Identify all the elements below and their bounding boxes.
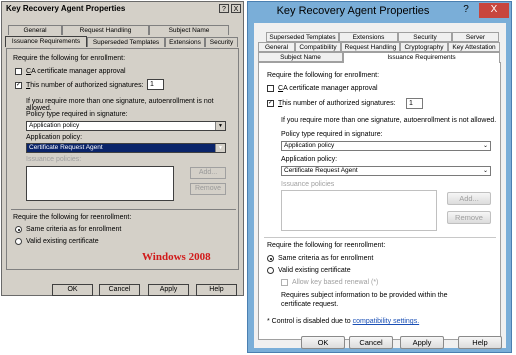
- application-policy-value: Certificate Request Agent: [284, 167, 358, 174]
- tab-superseded-templates[interactable]: Superseded Templates: [266, 32, 339, 42]
- remove-button[interactable]: Remove: [190, 183, 226, 195]
- reenrollment-label: Require the following for reenrollment:: [267, 242, 386, 249]
- authorized-signatures-label: This number of authorized signatures:: [278, 100, 396, 107]
- valid-existing-label: Valid existing certificate: [278, 267, 351, 274]
- issuance-policies-label: Issuance policies: [281, 181, 335, 188]
- tab-extensions[interactable]: Extensions: [339, 32, 398, 42]
- tab-issuance-requirements[interactable]: Issuance Requirements: [343, 52, 500, 63]
- policy-type-value: Application policy: [29, 122, 80, 129]
- authorized-signatures-input[interactable]: 1: [147, 79, 164, 90]
- authorized-signatures-label: This number of authorized signatures:: [26, 82, 144, 89]
- tab-security[interactable]: Security: [205, 37, 238, 47]
- radio-selected-icon[interactable]: [267, 255, 274, 262]
- valid-existing-radio[interactable]: [267, 267, 274, 274]
- enrollment-requirements-label: Require the following for enrollment:: [267, 72, 380, 79]
- issuance-policies-list[interactable]: [26, 166, 174, 201]
- dropdown-arrow-icon: ⌄: [482, 168, 488, 174]
- w2008-issuance-panel: Require the following for enrollment: CA…: [6, 48, 239, 270]
- issuance-policies-list[interactable]: [281, 190, 437, 231]
- tab-general[interactable]: General: [258, 42, 295, 52]
- w2008-title-bar: Key Recovery Agent Properties ? X: [2, 2, 243, 16]
- policy-type-label: Policy type required in signature:: [26, 111, 128, 118]
- w2012-issuance-panel: Require the following for enrollment: CA…: [258, 62, 501, 340]
- divider: [11, 209, 236, 210]
- divider: [264, 237, 496, 238]
- ca-approval-label: CA certificate manager approval: [278, 85, 378, 92]
- dropdown-arrow-icon: ⌄: [482, 143, 488, 149]
- tab-superseded-templates[interactable]: Superseded Templates: [87, 37, 165, 47]
- same-criteria-label: Same criteria as for enrollment: [26, 226, 122, 233]
- w2012-dialog: Key Recovery Agent Properties ? X Supers…: [247, 1, 512, 353]
- question-mark-icon[interactable]: ?: [455, 3, 477, 18]
- tab-cryptography[interactable]: Cryptography: [400, 42, 448, 52]
- w2012-title: Key Recovery Agent Properties: [276, 5, 430, 17]
- tab-server[interactable]: Server: [452, 32, 499, 42]
- checkbox-checked-icon[interactable]: ✓: [267, 100, 274, 107]
- radio-selected-icon[interactable]: [15, 226, 22, 233]
- application-policy-select[interactable]: Certificate Request Agent ▼: [26, 143, 226, 153]
- help-button[interactable]: Help: [196, 284, 237, 296]
- ca-approval-checkbox[interactable]: [267, 85, 274, 92]
- reenrollment-label: Require the following for reenrollment:: [13, 214, 132, 221]
- question-mark-icon[interactable]: ?: [219, 4, 229, 13]
- dropdown-arrow-icon: ▼: [215, 144, 225, 152]
- add-button[interactable]: Add...: [447, 192, 491, 205]
- tab-key-attestation[interactable]: Key Attestation: [448, 42, 500, 52]
- application-policy-label: Application policy:: [281, 156, 338, 163]
- tab-subject-name[interactable]: Subject Name: [149, 25, 229, 35]
- signature-note: If you require more than one signature, …: [281, 117, 497, 124]
- tab-request-handling[interactable]: Request Handling: [62, 25, 149, 35]
- valid-existing-radio[interactable]: [15, 238, 22, 245]
- subject-info-note: Requires subject information to be provi…: [281, 292, 448, 308]
- close-icon[interactable]: X: [231, 4, 241, 13]
- policy-type-select[interactable]: Application policy ⌄: [281, 141, 491, 151]
- enrollment-requirements-label: Require the following for enrollment:: [13, 55, 126, 62]
- w2008-dialog: Key Recovery Agent Properties ? X Genera…: [1, 1, 244, 296]
- tab-extensions[interactable]: Extensions: [165, 37, 205, 47]
- control-note-text: * Control is disabled due to: [267, 318, 353, 325]
- policy-type-select[interactable]: Application policy ▼: [26, 121, 226, 131]
- tab-compatibility[interactable]: Compatibility: [295, 42, 341, 52]
- dropdown-arrow-icon: ▼: [215, 122, 225, 130]
- close-icon[interactable]: X: [479, 3, 509, 18]
- add-button[interactable]: Add...: [190, 167, 226, 179]
- application-policy-label: Application policy:: [26, 134, 83, 141]
- remove-button[interactable]: Remove: [447, 211, 491, 224]
- cancel-button[interactable]: Cancel: [349, 336, 393, 349]
- allow-key-renewal-checkbox[interactable]: [281, 279, 288, 286]
- allow-key-renewal-label: Allow key based renewal (*): [292, 279, 379, 286]
- tab-general[interactable]: General: [8, 25, 62, 35]
- application-policy-value: Certificate Request Agent: [29, 144, 103, 151]
- policy-type-value: Application policy: [284, 142, 335, 149]
- tab-issuance-requirements[interactable]: Issuance Requirements: [5, 36, 87, 47]
- signature-note: If you require more than one signature, …: [26, 98, 214, 112]
- policy-type-label: Policy type required in signature:: [281, 131, 383, 138]
- apply-button[interactable]: Apply: [148, 284, 189, 296]
- tab-security[interactable]: Security: [398, 32, 452, 42]
- valid-existing-label: Valid existing certificate: [26, 238, 99, 245]
- same-criteria-label: Same criteria as for enrollment: [278, 255, 374, 262]
- authorized-signatures-input[interactable]: 1: [406, 98, 423, 109]
- control-disabled-note: * Control is disabled due to compatibili…: [267, 318, 419, 325]
- issuance-policies-label: Issuance policies:: [26, 156, 82, 163]
- tab-subject-name[interactable]: Subject Name: [258, 52, 343, 62]
- w2008-title: Key Recovery Agent Properties: [6, 4, 126, 13]
- ok-button[interactable]: OK: [301, 336, 345, 349]
- apply-button[interactable]: Apply: [400, 336, 444, 349]
- checkbox-checked-icon[interactable]: ✓: [15, 82, 22, 89]
- ok-button[interactable]: OK: [52, 284, 93, 296]
- application-policy-select[interactable]: Certificate Request Agent ⌄: [281, 166, 491, 176]
- w2012-title-bar: Key Recovery Agent Properties ? X: [248, 2, 511, 22]
- cancel-button[interactable]: Cancel: [99, 284, 140, 296]
- ca-approval-checkbox[interactable]: [15, 68, 22, 75]
- help-button[interactable]: Help: [458, 336, 502, 349]
- ca-approval-label: CA certificate manager approval: [26, 68, 126, 75]
- windows-2008-watermark: Windows 2008: [142, 251, 211, 263]
- w2012-content: Superseded Templates Extensions Security…: [254, 23, 506, 348]
- tab-request-handling[interactable]: Request Handling: [341, 42, 400, 52]
- compatibility-settings-link[interactable]: compatibility settings.: [353, 318, 420, 325]
